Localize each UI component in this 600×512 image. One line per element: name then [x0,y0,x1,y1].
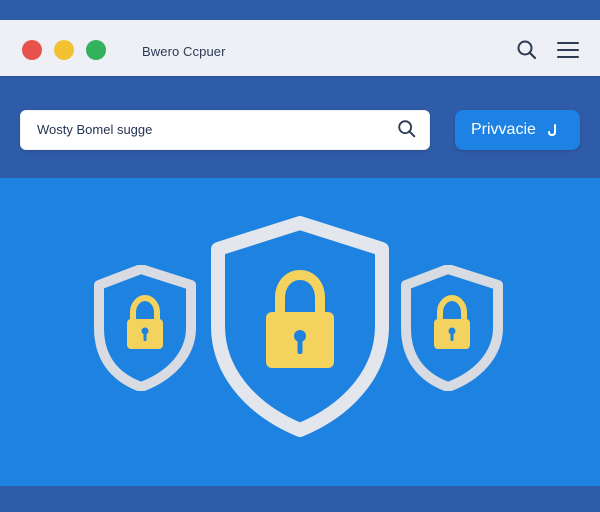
close-window-button[interactable] [22,40,42,60]
window-title: Bwero Ccpuer [142,44,226,59]
maximize-window-button[interactable] [86,40,106,60]
privacy-button[interactable]: Privvacie [455,110,580,150]
footer-strip [0,486,600,512]
shield-lock-icon [94,265,196,391]
search-icon[interactable] [515,38,539,62]
search-field[interactable]: Wosty Bomel sugge [20,110,430,150]
search-input[interactable]: Wosty Bomel sugge [37,122,152,137]
search-icon[interactable] [396,118,418,140]
privacy-button-label: Privvacie [471,121,536,138]
shield-lock-icon [401,265,503,391]
chevron-icon [547,124,556,137]
minimize-window-button[interactable] [54,40,74,60]
menu-icon[interactable] [556,38,580,62]
shield-lock-icon [211,216,389,437]
